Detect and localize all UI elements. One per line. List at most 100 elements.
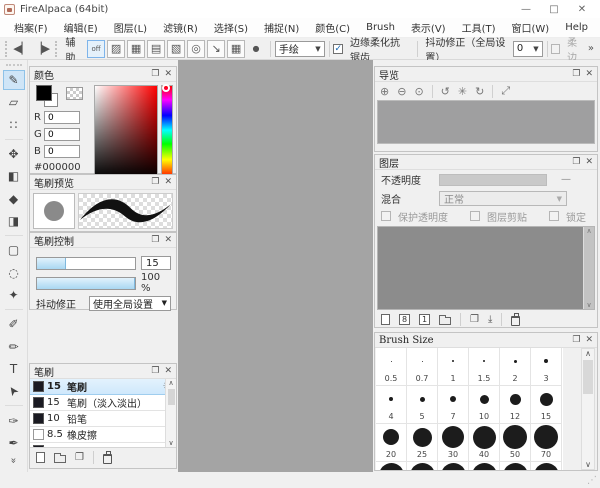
scroll-down-icon[interactable]: ∨ bbox=[168, 439, 173, 447]
size-cell[interactable] bbox=[500, 386, 531, 412]
transparent-color-swatch[interactable] bbox=[66, 87, 83, 100]
close-panel-icon[interactable]: ✕ bbox=[585, 69, 593, 79]
snap-off-button[interactable]: off bbox=[87, 40, 105, 58]
size-cell[interactable] bbox=[469, 424, 500, 450]
resize-grip[interactable]: ⋰ bbox=[587, 475, 597, 486]
redo-button[interactable]: ▕▶ bbox=[33, 40, 51, 58]
pen-tool[interactable]: ✎ bbox=[3, 70, 25, 90]
zoom-reset-icon[interactable]: ⊙ bbox=[414, 85, 423, 98]
float-panel-icon[interactable]: ❐ bbox=[151, 69, 159, 79]
float-panel-icon[interactable]: ❐ bbox=[572, 157, 580, 167]
scroll-down-icon[interactable]: ∨ bbox=[585, 460, 591, 469]
snap-parallel-icon[interactable]: ▨ bbox=[107, 40, 125, 58]
menu-window[interactable]: 窗口(W) bbox=[504, 18, 558, 37]
size-cell[interactable] bbox=[376, 462, 407, 470]
size-cell[interactable] bbox=[407, 348, 438, 374]
hue-slider[interactable] bbox=[161, 85, 173, 179]
size-cell[interactable] bbox=[407, 386, 438, 412]
erase-shape-tool[interactable]: ✏ bbox=[3, 336, 25, 356]
duplicate-brush-icon[interactable]: ❐ bbox=[75, 452, 84, 463]
size-cell[interactable] bbox=[500, 348, 531, 374]
select-rect-tool[interactable]: ▢ bbox=[3, 240, 25, 260]
draw-shape-tool[interactable]: ✐ bbox=[3, 314, 25, 334]
scatter-tool[interactable]: ∷ bbox=[3, 115, 25, 135]
navigator-preview[interactable] bbox=[377, 100, 595, 144]
menu-select[interactable]: 选择(S) bbox=[206, 18, 256, 37]
snap-diagonal-icon[interactable]: ▧ bbox=[167, 40, 185, 58]
panel-stabilizer-dropdown[interactable]: 使用全局设置 ▼ bbox=[89, 296, 171, 311]
add-folder-icon[interactable] bbox=[439, 317, 451, 325]
size-cell[interactable] bbox=[531, 462, 562, 470]
size-cell[interactable] bbox=[531, 348, 562, 374]
cursor-tool[interactable]: ➤ bbox=[3, 381, 25, 401]
delete-brush-icon[interactable] bbox=[103, 454, 112, 464]
size-cell[interactable] bbox=[376, 348, 407, 374]
float-panel-icon[interactable]: ❐ bbox=[151, 177, 159, 187]
snap-dot-icon[interactable]: ● bbox=[247, 40, 265, 58]
foreground-color-swatch[interactable] bbox=[36, 85, 52, 101]
rotate-reset-icon[interactable]: ✳ bbox=[458, 85, 467, 98]
float-panel-icon[interactable]: ❐ bbox=[151, 366, 159, 376]
merge-down-icon[interactable]: ⤓ bbox=[488, 314, 492, 325]
undo-button[interactable]: ◀▏ bbox=[13, 40, 31, 58]
zoom-out-icon[interactable]: ⊖ bbox=[397, 85, 406, 98]
lasso-tool[interactable]: ◌ bbox=[3, 263, 25, 283]
rotate-cw-icon[interactable]: ↻ bbox=[475, 85, 484, 98]
add-8bit-layer-icon[interactable]: 8 bbox=[399, 314, 410, 325]
close-button[interactable]: ✕ bbox=[568, 1, 596, 17]
scroll-up-icon[interactable]: ∧ bbox=[586, 227, 591, 235]
protect-alpha-checkbox[interactable] bbox=[381, 211, 391, 221]
brush-list-item-clipped[interactable] bbox=[30, 443, 176, 448]
gradient-tool[interactable]: ◨ bbox=[3, 211, 25, 231]
layer-list[interactable]: ∧ ∨ bbox=[377, 226, 595, 310]
add-1bit-layer-icon[interactable]: 1 bbox=[419, 314, 430, 325]
blend-dropdown[interactable]: 正常 ▼ bbox=[439, 191, 567, 206]
close-panel-icon[interactable]: ✕ bbox=[164, 177, 172, 187]
brush-size-value[interactable]: 15 bbox=[141, 256, 171, 270]
collapse-toolstrip-button[interactable]: » bbox=[8, 457, 19, 463]
delete-layer-icon[interactable] bbox=[511, 316, 520, 326]
scroll-down-icon[interactable]: ∨ bbox=[586, 301, 591, 309]
size-cell[interactable] bbox=[376, 424, 407, 450]
stabilizer-dropdown[interactable]: 0 ▼ bbox=[513, 41, 543, 57]
brush-opacity-slider[interactable] bbox=[36, 277, 136, 290]
canvas[interactable] bbox=[178, 60, 373, 472]
brush-mode-dropdown[interactable]: 手绘 ▼ bbox=[275, 41, 325, 57]
scrollbar-thumb[interactable] bbox=[583, 360, 593, 394]
snap-concentric-icon[interactable]: ◎ bbox=[187, 40, 205, 58]
size-cell[interactable] bbox=[469, 386, 500, 412]
brush-size-slider[interactable] bbox=[36, 257, 136, 270]
eyedropper-tool[interactable]: ✒ bbox=[3, 433, 25, 453]
brush-list-scrollbar[interactable]: ∧ ∨ bbox=[165, 379, 176, 447]
magic-wand-tool[interactable]: ✦ bbox=[3, 285, 25, 305]
close-panel-icon[interactable]: ✕ bbox=[585, 335, 593, 345]
add-brush-icon[interactable] bbox=[36, 452, 45, 463]
saturation-value-picker[interactable] bbox=[94, 85, 159, 179]
size-cell[interactable] bbox=[438, 386, 469, 412]
zoom-in-icon[interactable]: ⊕ bbox=[380, 85, 389, 98]
size-cell[interactable] bbox=[407, 462, 438, 470]
size-cell[interactable] bbox=[531, 424, 562, 450]
eraser-tool[interactable]: ▱ bbox=[3, 92, 25, 112]
fit-window-icon[interactable]: ⤢ bbox=[501, 84, 510, 98]
paint-tool[interactable]: ✑ bbox=[3, 410, 25, 430]
brush-list-item[interactable]: 8.5 橡皮擦 bbox=[30, 427, 176, 443]
size-cell[interactable] bbox=[376, 386, 407, 412]
brush-size-scrollbar[interactable]: ∧ ∨ bbox=[581, 348, 595, 470]
menu-snap[interactable]: 捕捉(N) bbox=[256, 18, 307, 37]
r-input[interactable] bbox=[44, 111, 80, 124]
toolbar-overflow-button[interactable]: » bbox=[588, 43, 594, 54]
snap-perspective-icon[interactable]: ▦ bbox=[227, 40, 245, 58]
duplicate-layer-icon[interactable]: ❐ bbox=[470, 314, 479, 325]
snap-vanish-icon[interactable]: ↘ bbox=[207, 40, 225, 58]
snap-horizontal-icon[interactable]: ▤ bbox=[147, 40, 165, 58]
fill-rect-tool[interactable]: ◧ bbox=[3, 166, 25, 186]
text-tool[interactable]: T bbox=[3, 359, 25, 379]
lock-checkbox[interactable] bbox=[549, 211, 559, 221]
menu-file[interactable]: 档案(F) bbox=[6, 18, 56, 37]
brush-list-item[interactable]: 15 笔刷 ✳ bbox=[30, 379, 176, 395]
add-layer-icon[interactable] bbox=[381, 314, 390, 325]
opacity-slider[interactable] bbox=[439, 174, 547, 186]
scroll-up-icon[interactable]: ∧ bbox=[168, 379, 173, 387]
scrollbar-thumb[interactable] bbox=[168, 389, 175, 405]
